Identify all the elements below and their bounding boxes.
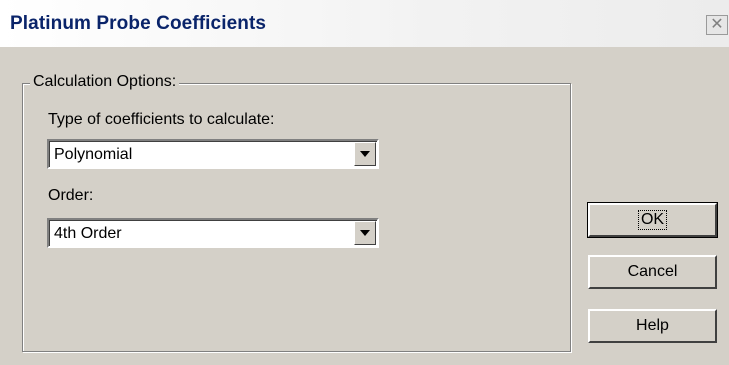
order-select-value: 4th Order	[54, 225, 122, 242]
dialog-window: Platinum Probe Coefficients ✕ Calculatio…	[0, 0, 729, 365]
type-dropdown-button[interactable]	[354, 142, 376, 166]
title-bar[interactable]: Platinum Probe Coefficients ✕	[0, 0, 729, 47]
chevron-down-icon	[360, 151, 370, 157]
help-button[interactable]: Help	[588, 309, 717, 343]
window-title: Platinum Probe Coefficients	[10, 13, 267, 34]
cancel-button-label: Cancel	[627, 263, 678, 280]
type-label: Type of coefficients to calculate:	[48, 111, 275, 128]
chevron-down-icon	[360, 230, 370, 236]
order-select[interactable]: 4th Order	[47, 218, 379, 248]
help-button-label: Help	[636, 317, 669, 334]
type-select[interactable]: Polynomial	[47, 139, 379, 169]
close-button[interactable]: ✕	[706, 15, 728, 35]
close-icon: ✕	[710, 16, 724, 33]
order-label: Order:	[48, 187, 94, 204]
cancel-button[interactable]: Cancel	[588, 255, 717, 289]
ok-button[interactable]: OK	[587, 202, 718, 238]
group-legend: Calculation Options:	[30, 71, 180, 93]
type-select-value: Polynomial	[54, 146, 133, 163]
order-dropdown-button[interactable]	[354, 221, 376, 245]
ok-button-label: OK	[637, 210, 668, 230]
